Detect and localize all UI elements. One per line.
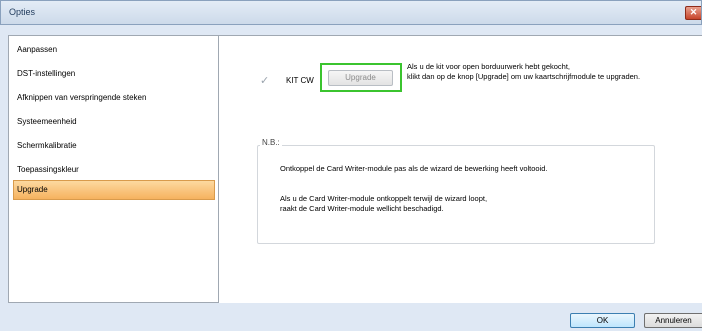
sidebar-item-schermkalibratie[interactable]: Schermkalibratie [13,136,215,156]
sidebar-item-afknippen[interactable]: Afknippen van verspringende steken [13,88,215,108]
close-icon: ✕ [689,7,698,17]
title-bar: Opties ✕ [0,0,702,25]
upgrade-button-highlight: Upgrade [320,63,402,92]
upgrade-panel: ✓ KIT CW Upgrade Als u de kit voor open … [219,35,702,303]
close-button[interactable]: ✕ [685,6,701,20]
sidebar-item-toepassingskleur[interactable]: Toepassingskleur [13,160,215,180]
checkmark-icon: ✓ [260,75,270,87]
upgrade-description-line2: klikt dan op de knop [Upgrade] om uw kaa… [407,72,641,81]
ok-button[interactable]: OK [570,313,635,328]
upgrade-description: Als u de kit voor open borduurwerk hebt … [407,62,702,82]
upgrade-button[interactable]: Upgrade [328,70,393,86]
note-text-warning: Als u de Card Writer-module ontkoppelt t… [280,194,487,214]
sidebar-item-systeemeenheid[interactable]: Systeemeenheid [13,112,215,132]
window-title: Opties [9,7,36,17]
sidebar-item-aanpassen[interactable]: Aanpassen [13,40,215,60]
options-sidebar: Aanpassen DST-instellingen Afknippen van… [8,35,219,303]
sidebar-item-dst-instellingen[interactable]: DST-instellingen [13,64,215,84]
note-warning-line1: Als u de Card Writer-module ontkoppelt t… [280,194,488,203]
sidebar-item-upgrade[interactable]: Upgrade [13,180,215,200]
kit-label: KIT CW [286,76,314,85]
note-label: N.B.: [260,138,282,147]
cancel-button[interactable]: Annuleren [644,313,702,328]
upgrade-description-line1: Als u de kit voor open borduurwerk hebt … [407,62,571,71]
note-warning-line2: raakt de Card Writer-module wellicht bes… [280,204,444,213]
note-text-line1: Ontkoppel de Card Writer-module pas als … [280,164,548,173]
